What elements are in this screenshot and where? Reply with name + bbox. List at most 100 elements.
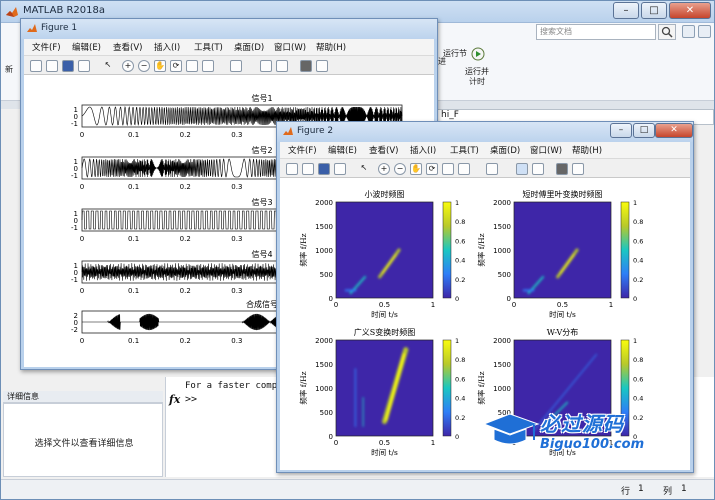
pan-icon[interactable]: ✋ xyxy=(410,163,422,175)
zoom-out-icon[interactable]: − xyxy=(138,60,150,72)
zoom-out-icon[interactable]: − xyxy=(394,163,406,175)
save-icon[interactable] xyxy=(318,163,330,175)
pan-icon[interactable]: ✋ xyxy=(154,60,166,72)
colorbar-icon[interactable] xyxy=(516,163,528,175)
menu-help[interactable]: 帮助(H) xyxy=(316,41,346,53)
show-plot-tools-icon[interactable] xyxy=(316,60,328,72)
minimize-button[interactable]: – xyxy=(613,2,639,19)
tool-new-label[interactable]: 新 xyxy=(5,65,13,75)
figure-2-minimize-button[interactable]: – xyxy=(610,123,632,138)
x-tick-label: 0 xyxy=(334,301,338,309)
y-tick-label: -2 xyxy=(71,326,78,334)
x-tick-label: 0.2 xyxy=(180,183,191,191)
details-panel-header[interactable]: 详细信息 xyxy=(3,391,163,403)
x-axis-label: 时间 t/s xyxy=(549,309,576,319)
colorbar-icon[interactable] xyxy=(260,60,272,72)
command-prompt[interactable]: >> xyxy=(185,394,197,405)
x-tick-label: 0.3 xyxy=(231,183,242,191)
colorbar-tick-label: 0.6 xyxy=(633,237,643,245)
subplot-title: 信号2 xyxy=(251,145,272,155)
brush-icon[interactable] xyxy=(458,163,470,175)
x-tick-label: 0.3 xyxy=(231,287,242,295)
run-and-time-icon[interactable] xyxy=(470,45,486,61)
search-documentation-input[interactable]: 搜索文档 xyxy=(536,24,656,40)
menu-edit[interactable]: 编辑(E) xyxy=(72,41,101,53)
x-tick-label: 0.2 xyxy=(180,287,191,295)
new-figure-icon[interactable] xyxy=(286,163,298,175)
toolbar-options-icon[interactable] xyxy=(682,25,695,38)
panel-title: 短时傅里叶变换时频图 xyxy=(523,189,603,199)
print-icon[interactable] xyxy=(78,60,90,72)
y-tick-label: 500 xyxy=(320,409,333,417)
figure-2-close-button[interactable]: ✕ xyxy=(655,123,693,138)
rotate-icon[interactable]: ⟳ xyxy=(170,60,182,72)
data-cursor-icon[interactable] xyxy=(442,163,454,175)
menu-file[interactable]: 文件(F) xyxy=(32,41,61,53)
watermark-url: Biguo100.com xyxy=(540,437,645,452)
x-tick-label: 0.2 xyxy=(180,131,191,139)
status-bar: 行 1 列 1 xyxy=(1,479,714,499)
open-file-icon[interactable] xyxy=(302,163,314,175)
figure-window-icon xyxy=(283,127,293,135)
colorbar-tick-label: 0 xyxy=(633,295,637,303)
x-tick-label: 0.5 xyxy=(557,301,568,309)
menu-window[interactable]: 窗口(W) xyxy=(274,41,306,53)
menu-desktop[interactable]: 桌面(D) xyxy=(490,144,520,156)
y-tick-label: 0 xyxy=(329,295,333,303)
legend-icon[interactable] xyxy=(276,60,288,72)
close-button[interactable]: ✕ xyxy=(669,2,711,19)
colorbar-tick-label: 0.4 xyxy=(455,395,465,403)
x-tick-label: 0 xyxy=(80,183,84,191)
menu-view[interactable]: 查看(V) xyxy=(369,144,398,156)
menu-insert[interactable]: 插入(I) xyxy=(154,41,180,53)
edit-plot-icon[interactable]: ↖ xyxy=(358,163,370,175)
tool-run-section[interactable]: 运行节 xyxy=(437,49,467,59)
print-icon[interactable] xyxy=(334,163,346,175)
figure-window-icon xyxy=(27,24,37,32)
function-browser-icon[interactable]: fx xyxy=(169,393,180,406)
hide-plot-tools-icon[interactable] xyxy=(300,60,312,72)
x-tick-label: 0.1 xyxy=(128,287,139,295)
y-tick-label: 1000 xyxy=(493,247,511,255)
figure-2-maximize-button[interactable]: □ xyxy=(633,123,655,138)
toolbar-help-icon[interactable] xyxy=(698,25,711,38)
new-figure-icon[interactable] xyxy=(30,60,42,72)
x-tick-label: 0.2 xyxy=(180,337,191,345)
figure-2-title-bar: Figure 2 – □ ✕ xyxy=(277,122,693,142)
x-axis-label: 时间 t/s xyxy=(371,309,398,319)
menu-view[interactable]: 查看(V) xyxy=(113,41,142,53)
edit-plot-icon[interactable]: ↖ xyxy=(102,60,114,72)
menu-desktop[interactable]: 桌面(D) xyxy=(234,41,264,53)
menu-help[interactable]: 帮助(H) xyxy=(572,144,602,156)
y-tick-label: 1000 xyxy=(493,385,511,393)
save-icon[interactable] xyxy=(62,60,74,72)
menu-window[interactable]: 窗口(W) xyxy=(530,144,562,156)
zoom-in-icon[interactable]: + xyxy=(378,163,390,175)
y-tick-label: 1500 xyxy=(493,223,511,231)
menu-tools[interactable]: 工具(T) xyxy=(194,41,223,53)
menu-file[interactable]: 文件(F) xyxy=(288,144,317,156)
open-file-icon[interactable] xyxy=(46,60,58,72)
panel-title: 广义S变换时频图 xyxy=(354,327,415,337)
search-button[interactable] xyxy=(658,24,676,40)
menu-tools[interactable]: 工具(T) xyxy=(450,144,479,156)
link-plot-icon[interactable] xyxy=(486,163,498,175)
tool-run-and-time[interactable]: 运行并 计时 xyxy=(459,67,495,87)
zoom-in-icon[interactable]: + xyxy=(122,60,134,72)
brush-icon[interactable] xyxy=(202,60,214,72)
maximize-button[interactable]: □ xyxy=(641,2,667,19)
x-tick-label: 0.1 xyxy=(128,235,139,243)
menu-edit[interactable]: 编辑(E) xyxy=(328,144,357,156)
show-plot-tools-icon[interactable] xyxy=(572,163,584,175)
menu-insert[interactable]: 插入(I) xyxy=(410,144,436,156)
editor-tab-label[interactable]: hi_F xyxy=(441,110,459,120)
y-tick-label: 2000 xyxy=(493,337,511,345)
y-tick-label: 1500 xyxy=(315,361,333,369)
hide-plot-tools-icon[interactable] xyxy=(556,163,568,175)
rotate-icon[interactable]: ⟳ xyxy=(426,163,438,175)
colorbar-tick-label: 1 xyxy=(633,337,637,345)
link-plot-icon[interactable] xyxy=(230,60,242,72)
colorbar-tick-label: 0.8 xyxy=(633,218,643,226)
legend-icon[interactable] xyxy=(532,163,544,175)
data-cursor-icon[interactable] xyxy=(186,60,198,72)
